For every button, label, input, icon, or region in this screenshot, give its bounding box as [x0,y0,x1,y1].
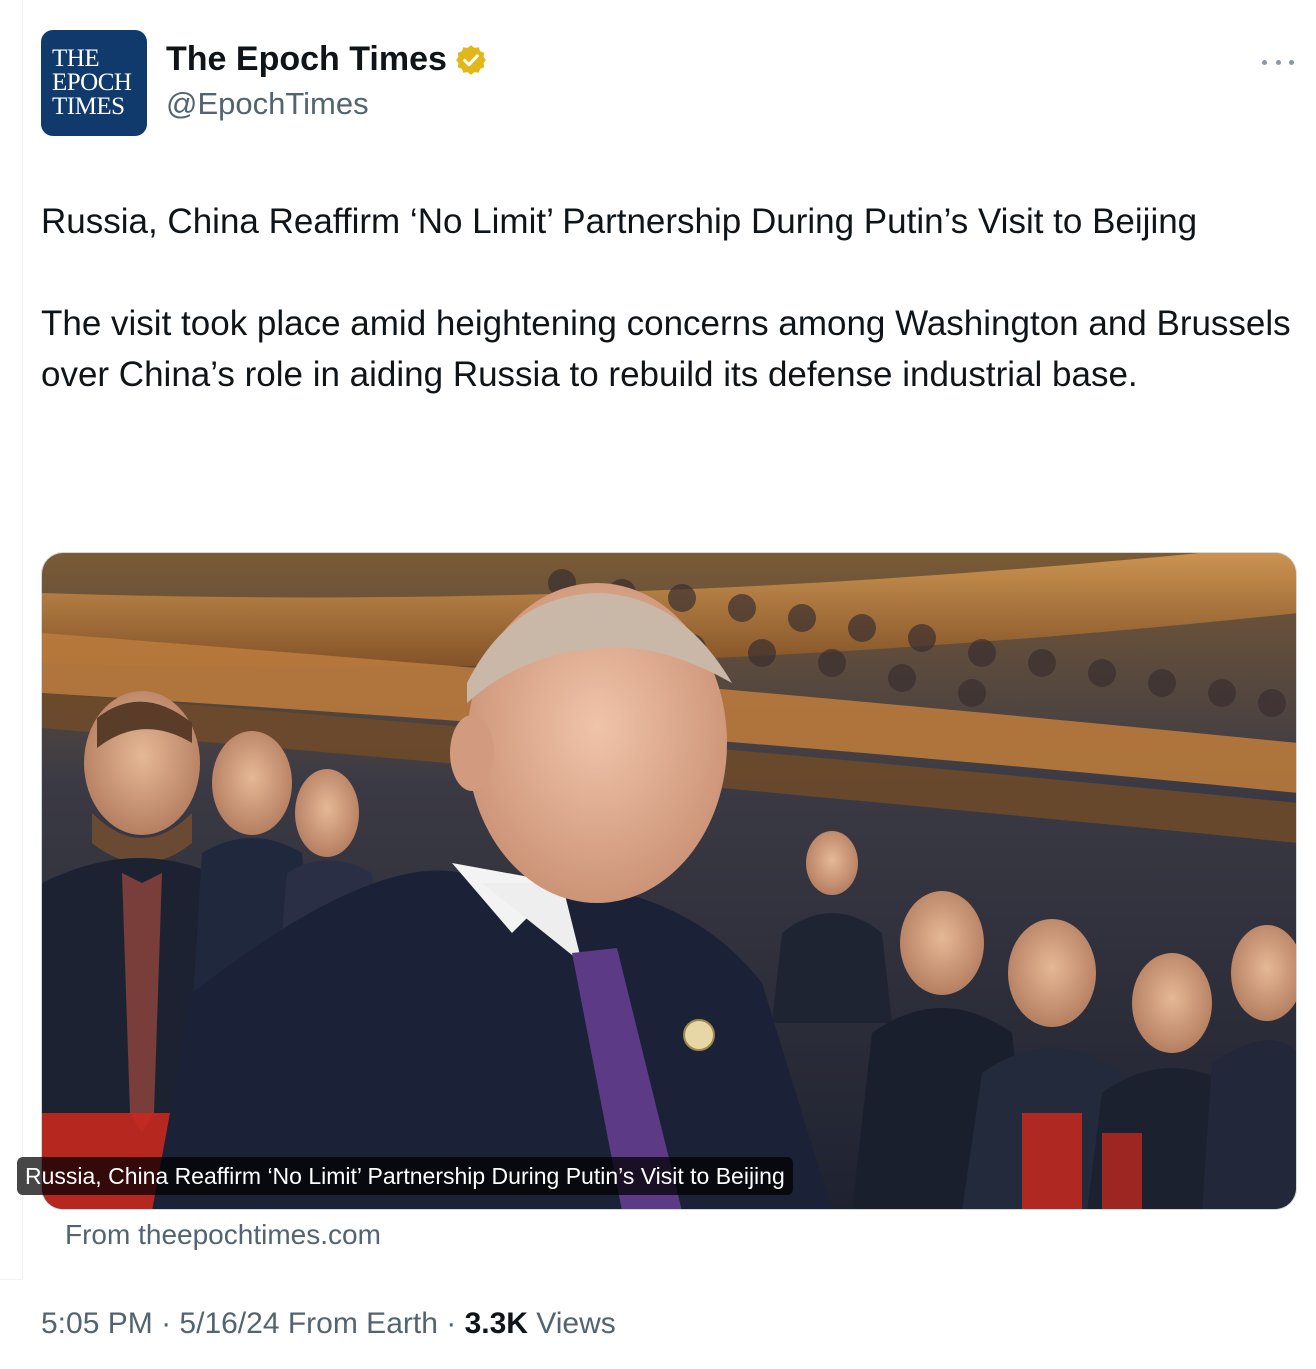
avatar-line-1: THE [52,45,100,72]
tweet-client: From Earth [287,1307,438,1340]
display-name-row[interactable]: The Epoch Times [166,40,488,79]
avatar[interactable]: THE EPOCH TIMES [41,30,147,136]
tweet-text: Russia, China Reaffirm ‘No Limit’ Partne… [41,196,1296,400]
timeline-divider [22,0,23,1280]
user-handle[interactable]: @EpochTimes [166,86,369,122]
link-card[interactable] [41,552,1297,1210]
display-name[interactable]: The Epoch Times [166,40,447,79]
tweet-time[interactable]: 5:05 PM [41,1307,153,1340]
card-source-link[interactable]: From theepochtimes.com [65,1219,381,1251]
views-label: Views [536,1307,616,1340]
card-image [42,553,1296,1209]
meta-separator-2: · [446,1307,457,1340]
card-caption[interactable]: Russia, China Reaffirm ‘No Limit’ Partne… [17,1157,793,1195]
meta-separator: · [161,1307,172,1340]
avatar-line-2: EPOCH [52,69,132,96]
verified-badge-icon [454,43,488,77]
tweet-date[interactable]: 5/16/24 [179,1307,279,1340]
tweet-headline: Russia, China Reaffirm ‘No Limit’ Partne… [41,202,1198,241]
tweet-body: The visit took place amid heightening co… [41,304,1301,394]
tweet-detail: THE EPOCH TIMES The Epoch Times @EpochTi… [0,0,1316,1369]
timeline-divider-tick [0,1279,23,1280]
tweet-meta: 5:05 PM · 5/16/24 From Earth · 3.3K View… [41,1307,616,1341]
views-count[interactable]: 3.3K [465,1307,528,1340]
more-options-icon[interactable] [1262,52,1294,72]
avatar-line-3: TIMES [52,93,125,120]
